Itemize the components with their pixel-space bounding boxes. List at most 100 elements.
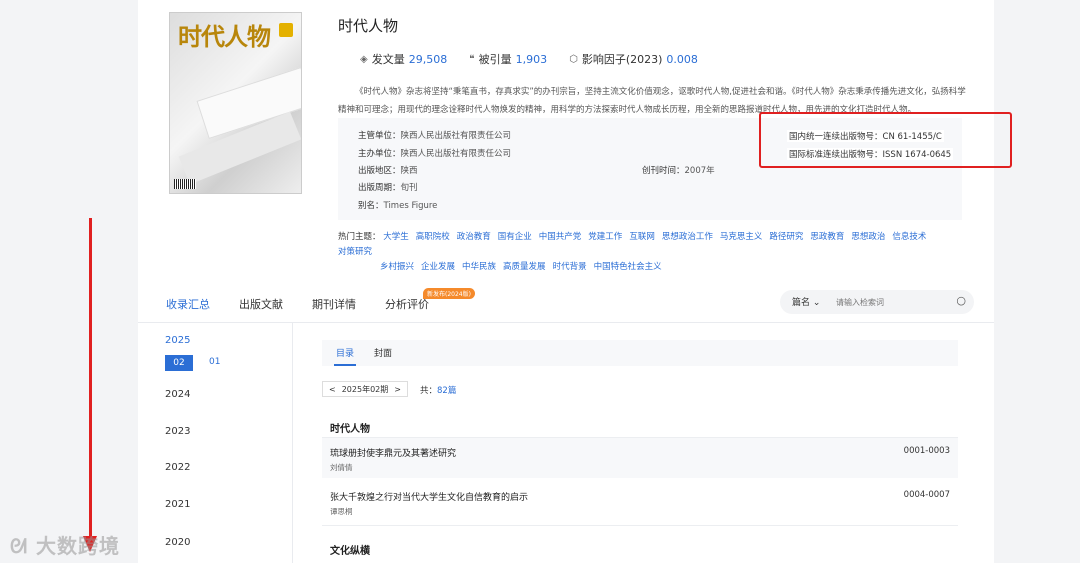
article-row[interactable]: 琉球册封使李鼎元及其著述研究 刘倩倩 0001-0003: [322, 438, 958, 478]
count-value: 82篇: [437, 386, 457, 396]
year-2023[interactable]: 2023: [165, 426, 190, 437]
info-value: 2007年: [684, 166, 715, 176]
info-value: 旬刊: [400, 183, 418, 193]
divider: [322, 525, 958, 526]
topic-link[interactable]: 企业发展: [421, 262, 455, 272]
journal-cover-image[interactable]: 时代人物: [169, 12, 302, 194]
issue-01[interactable]: 01: [209, 357, 220, 367]
info-value: 陕西: [400, 166, 418, 176]
topic-link[interactable]: 思想政治: [851, 232, 885, 242]
journal-header: 时代人物 时代人物 ◈ 发文量 29,508 ❝ 被引量 1,903 ⬡ 影响因…: [138, 0, 1012, 283]
watermark-text: 大数跨境: [36, 534, 120, 558]
article-author[interactable]: 刘倩倩: [330, 462, 353, 473]
info-supervisor: 主管单位：陕西人民出版社有限责任公司: [358, 129, 511, 141]
topic-link[interactable]: 互联网: [629, 232, 655, 242]
year-2021[interactable]: 2021: [165, 499, 190, 510]
info-key: 创刊时间：: [642, 166, 685, 176]
main-tabs: 收录汇总 出版文献 期刊详情 分析评价 新发布(2024版) 篇名 ⌄ ○: [138, 283, 994, 323]
new-release-badge: 新发布(2024版): [423, 288, 475, 299]
subtab-toc[interactable]: 目录: [336, 346, 354, 359]
year-2020[interactable]: 2020: [165, 537, 190, 548]
topic-link[interactable]: 中国共产党: [539, 232, 582, 242]
article-row[interactable]: 张大千敦煌之行对当代大学生文化自信教育的启示 谭思桐 0004-0007: [322, 482, 958, 522]
subtab-cover[interactable]: 封面: [374, 346, 392, 359]
cover-title: 时代人物: [178, 23, 271, 51]
active-tab-indicator: [334, 364, 356, 366]
topic-link[interactable]: 中国特色社会主义: [594, 262, 662, 272]
year-2022[interactable]: 2022: [165, 462, 190, 473]
page-container: 时代人物 时代人物 ◈ 发文量 29,508 ❝ 被引量 1,903 ⬡ 影响因…: [138, 0, 1012, 563]
issue-pager: < 2025年02期 >: [322, 381, 408, 397]
info-value: CN 61-1455/C: [882, 132, 942, 142]
search-type-dropdown[interactable]: 篇名 ⌄: [792, 295, 820, 308]
tab-journal-details[interactable]: 期刊详情: [312, 296, 356, 312]
next-issue-button[interactable]: >: [394, 385, 401, 394]
cover-badge: [279, 23, 293, 37]
topic-link[interactable]: 党建工作: [588, 232, 622, 242]
hot-topics: 热门主题： 大学生 高职院校 政治教育 国有企业 中国共产党 党建工作 互联网 思想政治工作马…: [338, 230, 963, 275]
quote-icon: ❝: [469, 53, 475, 65]
search-box: 篇名 ⌄ ○: [780, 290, 974, 314]
article-title[interactable]: 琉球册封使李鼎元及其著述研究: [330, 446, 456, 459]
topic-link[interactable]: 中华民族: [462, 262, 496, 272]
barcode-icon: [174, 179, 196, 189]
tab-collection-summary[interactable]: 收录汇总: [166, 296, 210, 312]
journal-stats: ◈ 发文量 29,508 ❝ 被引量 1,903 ⬡ 影响因子(2023) 0.…: [360, 51, 698, 67]
stat-label: 发文量: [371, 53, 405, 66]
topic-link[interactable]: 对策研究: [338, 247, 372, 257]
info-cn-number: 国内统一连续出版物号：CN 61-1455/C: [787, 130, 944, 142]
issue-02-selected[interactable]: 02: [165, 355, 193, 371]
info-region: 出版地区：陕西: [358, 164, 418, 176]
article-pages: 0004-0007: [903, 490, 950, 500]
topic-link[interactable]: 马克思主义: [720, 232, 763, 242]
issue-label: 2025年02期: [341, 384, 389, 394]
info-key: 出版周期：: [358, 183, 401, 193]
topic-link[interactable]: 国有企业: [498, 232, 532, 242]
document-stack-icon: ◈: [360, 53, 368, 65]
stat-impact-factor: ⬡ 影响因子(2023) 0.008: [569, 51, 698, 67]
topic-link[interactable]: 思政教育: [810, 232, 844, 242]
article-title[interactable]: 张大千敦煌之行对当代大学生文化自信教育的启示: [330, 490, 528, 503]
annotation-arrow-line: [89, 218, 92, 543]
info-period: 出版周期：旬刊: [358, 181, 418, 193]
cube-icon: ⬡: [569, 53, 578, 65]
info-key: 主管单位：: [358, 131, 401, 141]
tab-publications[interactable]: 出版文献: [239, 296, 283, 312]
watermark-logo-icon: ᘛ: [10, 534, 29, 558]
topic-link[interactable]: 信息技术: [892, 232, 926, 242]
info-key: 国内统一连续出版物号：: [789, 132, 883, 142]
search-type-label: 篇名: [792, 298, 811, 308]
info-value: Times Figure: [383, 201, 438, 211]
info-key: 出版地区：: [358, 166, 401, 176]
prev-issue-button[interactable]: <: [329, 385, 336, 394]
year-2025[interactable]: 2025: [165, 335, 190, 346]
topic-link[interactable]: 思想政治工作: [662, 232, 713, 242]
section-title: 文化纵横: [330, 546, 370, 557]
topic-link[interactable]: 高质量发展: [503, 262, 546, 272]
search-input[interactable]: [836, 294, 946, 310]
count-prefix: 共：: [420, 386, 438, 396]
info-value: ISSN 1674-0645: [882, 150, 952, 160]
stat-citations: ❝ 被引量 1,903: [469, 51, 547, 67]
year-2024[interactable]: 2024: [165, 389, 190, 400]
topic-link[interactable]: 时代背景: [553, 262, 587, 272]
topic-link[interactable]: 大学生: [383, 232, 409, 242]
search-icon[interactable]: ○: [956, 294, 966, 307]
section-title: 时代人物: [330, 424, 370, 435]
stat-value: 0.008: [666, 52, 698, 66]
stat-value: 1,903: [515, 52, 548, 66]
issue-contents: 目录 封面 < 2025年02期 > 共：82篇 时代人物 琉球册封使李鼎元及其…: [293, 323, 994, 563]
info-alias: 别名：Times Figure: [358, 199, 437, 211]
topic-link[interactable]: 乡村振兴: [380, 262, 414, 272]
stat-publications: ◈ 发文量 29,508: [360, 51, 447, 67]
topic-link[interactable]: 政治教育: [457, 232, 491, 242]
article-author[interactable]: 谭思桐: [330, 506, 353, 517]
chevron-down-icon: ⌄: [812, 298, 821, 308]
topic-link[interactable]: 路径研究: [769, 232, 803, 242]
info-key: 国际标准连续出版物号：: [789, 150, 883, 160]
article-count: 共：82篇: [420, 384, 456, 396]
stat-value: 29,508: [408, 52, 448, 66]
info-founded: 创刊时间：2007年: [642, 164, 715, 176]
topic-link[interactable]: 高职院校: [416, 232, 450, 242]
stat-label: 影响因子(2023): [581, 53, 663, 66]
